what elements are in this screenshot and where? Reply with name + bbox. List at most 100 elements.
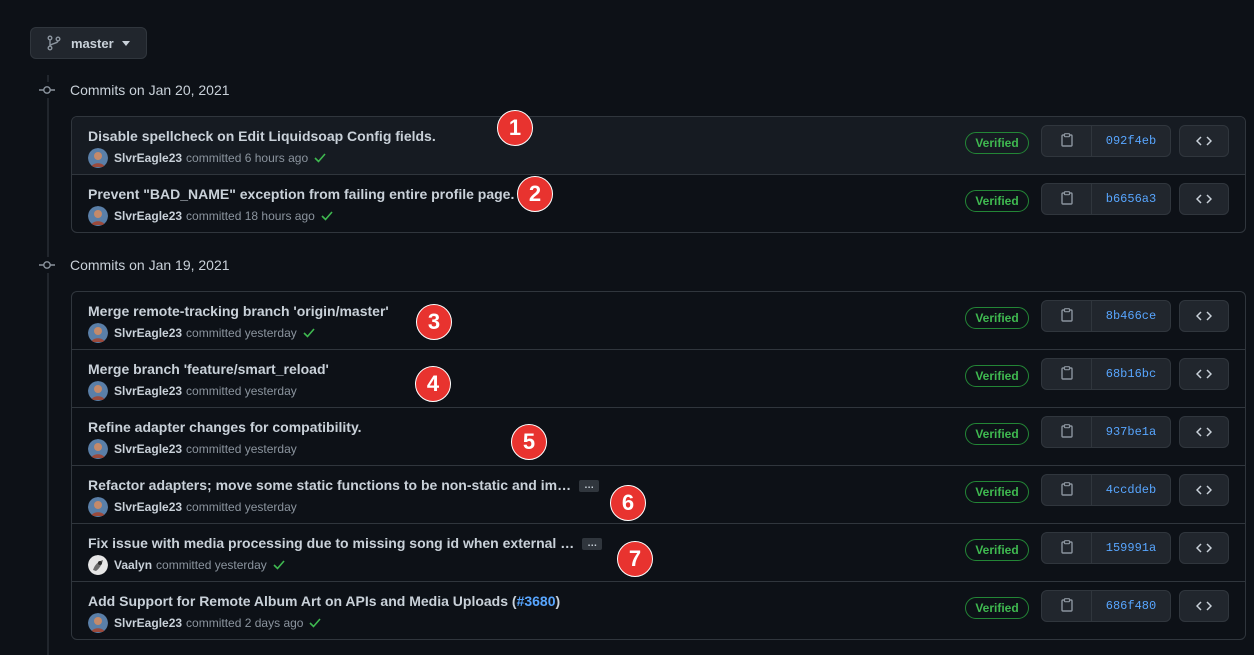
browse-repo-button[interactable] <box>1179 358 1229 390</box>
check-icon[interactable] <box>273 560 285 570</box>
commit-row: Refactor adapters; move some static func… <box>72 465 1245 523</box>
copy-sha-button[interactable] <box>1042 533 1092 563</box>
check-icon[interactable] <box>303 328 315 338</box>
commit-author[interactable]: SlvrEagle23 <box>114 209 182 223</box>
commit-time: 2 days ago <box>244 616 304 630</box>
commit-author[interactable]: SlvrEagle23 <box>114 151 182 165</box>
verified-badge[interactable]: Verified <box>965 132 1029 154</box>
commit-meta: SlvrEagle23 committed yesterday <box>88 497 297 517</box>
code-icon <box>1195 482 1213 498</box>
verified-badge[interactable]: Verified <box>965 365 1029 387</box>
commit-sha-link[interactable]: b6656a3 <box>1092 184 1170 214</box>
verified-badge[interactable]: Verified <box>965 539 1029 561</box>
annotation-marker-3: 3 <box>416 304 452 340</box>
commit-sha-link[interactable]: 4ccddeb <box>1092 475 1170 505</box>
commit-row: Refine adapter changes for compatibility… <box>72 407 1245 465</box>
sha-button-group: 8b466ce <box>1041 300 1171 332</box>
commit-author[interactable]: SlvrEagle23 <box>114 442 182 456</box>
check-icon[interactable] <box>309 618 322 628</box>
commit-message[interactable]: Fix issue with media processing due to m… <box>88 535 603 551</box>
browse-repo-button[interactable] <box>1179 183 1229 215</box>
verified-badge[interactable]: Verified <box>965 597 1029 619</box>
verified-badge[interactable]: Verified <box>965 481 1029 503</box>
commit-author[interactable]: Vaalyn <box>114 558 152 572</box>
annotation-marker-7: 7 <box>617 541 653 577</box>
commit-sha-link[interactable]: 159991a <box>1092 533 1170 563</box>
branch-select-button[interactable]: master <box>30 27 147 59</box>
commit-sha-link[interactable]: 937be1a <box>1092 417 1170 447</box>
browse-repo-button[interactable] <box>1179 300 1229 332</box>
pull-request-link[interactable]: #3680 <box>517 593 556 609</box>
browse-repo-button[interactable] <box>1179 532 1229 564</box>
clipboard-icon <box>1060 597 1073 615</box>
verified-badge[interactable]: Verified <box>965 307 1029 329</box>
annotation-marker-4: 4 <box>415 366 451 402</box>
commit-message[interactable]: Refactor adapters; move some static func… <box>88 477 600 493</box>
expand-message-button[interactable]: … <box>582 537 603 550</box>
commit-message[interactable]: Merge remote-tracking branch 'origin/mas… <box>88 303 389 319</box>
code-icon <box>1195 598 1213 614</box>
verified-badge[interactable]: Verified <box>965 423 1029 445</box>
chevron-down-icon <box>121 40 130 46</box>
timeline-line <box>47 75 49 655</box>
commit-message[interactable]: Add Support for Remote Album Art on APIs… <box>88 593 560 609</box>
commit-node-icon <box>36 82 58 98</box>
browse-repo-button[interactable] <box>1179 590 1229 622</box>
commit-meta: SlvrEagle23 committed 6 hours ago <box>88 148 326 168</box>
commit-author[interactable]: SlvrEagle23 <box>114 616 182 630</box>
commit-list: Merge remote-tracking branch 'origin/mas… <box>71 291 1246 640</box>
avatar[interactable] <box>88 613 108 633</box>
browse-repo-button[interactable] <box>1179 416 1229 448</box>
copy-sha-button[interactable] <box>1042 126 1092 156</box>
commit-message[interactable]: Prevent "BAD_NAME" exception from failin… <box>88 186 514 202</box>
commit-message[interactable]: Disable spellcheck on Edit Liquidsoap Co… <box>88 128 436 144</box>
clipboard-icon <box>1060 132 1073 150</box>
check-icon[interactable] <box>314 153 326 163</box>
commit-group-title: Commits on Jan 19, 2021 <box>70 257 230 273</box>
annotation-marker-6: 6 <box>610 485 646 521</box>
commit-message[interactable]: Refine adapter changes for compatibility… <box>88 419 362 435</box>
commit-time: yesterday <box>244 500 297 514</box>
annotation-marker-5: 5 <box>511 424 547 460</box>
copy-sha-button[interactable] <box>1042 417 1092 447</box>
sha-button-group: 68b16bc <box>1041 358 1171 390</box>
commit-time: yesterday <box>244 442 297 456</box>
copy-sha-button[interactable] <box>1042 301 1092 331</box>
expand-message-button[interactable]: … <box>579 479 600 492</box>
commit-sha-link[interactable]: 8b466ce <box>1092 301 1170 331</box>
copy-sha-button[interactable] <box>1042 475 1092 505</box>
sha-button-group: 686f480 <box>1041 590 1171 622</box>
browse-repo-button[interactable] <box>1179 474 1229 506</box>
commit-sha-link[interactable]: 092f4eb <box>1092 126 1170 156</box>
commit-message[interactable]: Merge branch 'feature/smart_reload' <box>88 361 329 377</box>
commit-action: committed <box>186 384 242 398</box>
code-icon <box>1195 133 1213 149</box>
code-icon <box>1195 308 1213 324</box>
avatar[interactable] <box>88 148 108 168</box>
avatar[interactable] <box>88 555 108 575</box>
commit-sha-link[interactable]: 686f480 <box>1092 591 1170 621</box>
commit-time: yesterday <box>244 326 297 340</box>
avatar[interactable] <box>88 439 108 459</box>
browse-repo-button[interactable] <box>1179 125 1229 157</box>
copy-sha-button[interactable] <box>1042 359 1092 389</box>
sha-button-group: 937be1a <box>1041 416 1171 448</box>
commit-author[interactable]: SlvrEagle23 <box>114 384 182 398</box>
code-icon <box>1195 540 1213 556</box>
check-icon[interactable] <box>321 211 333 221</box>
copy-sha-button[interactable] <box>1042 591 1092 621</box>
commit-author[interactable]: SlvrEagle23 <box>114 500 182 514</box>
avatar[interactable] <box>88 206 108 226</box>
clipboard-icon <box>1060 307 1073 325</box>
avatar[interactable] <box>88 497 108 517</box>
commit-meta: SlvrEagle23 committed yesterday <box>88 323 315 343</box>
commit-meta: SlvrEagle23 committed 2 days ago <box>88 613 322 633</box>
commit-sha-link[interactable]: 68b16bc <box>1092 359 1170 389</box>
verified-badge[interactable]: Verified <box>965 190 1029 212</box>
commit-author[interactable]: SlvrEagle23 <box>114 326 182 340</box>
sha-button-group: 159991a <box>1041 532 1171 564</box>
avatar[interactable] <box>88 381 108 401</box>
avatar[interactable] <box>88 323 108 343</box>
commit-group-title: Commits on Jan 20, 2021 <box>70 82 230 98</box>
copy-sha-button[interactable] <box>1042 184 1092 214</box>
